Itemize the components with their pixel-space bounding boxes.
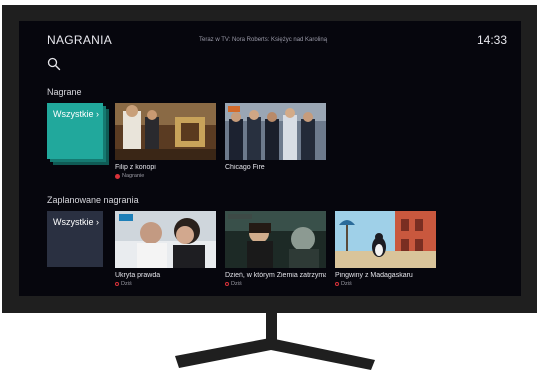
recording-card[interactable]: Chicago Fire — [225, 103, 326, 173]
now-playing-banner: Teraz w TV: Nora Roberts: Księżyc nad Ka… — [199, 37, 328, 43]
scheduled-title: Pingwiny z Madagaskaru — [335, 272, 413, 279]
all-recordings-label: Wszystkie › — [53, 109, 99, 119]
section-title-scheduled: Zaplanowane nagrania — [47, 195, 139, 205]
clock: 14:33 — [476, 33, 507, 47]
scheduled-card[interactable]: Dzień, w którym Ziemia zatrzymała się Dz… — [225, 211, 326, 287]
scheduled-status: Dziś — [121, 281, 132, 287]
scheduled-ring-icon — [115, 282, 119, 286]
thumbnail — [115, 103, 216, 160]
thumbnail — [225, 103, 326, 160]
section-title-recorded: Nagrane — [47, 87, 82, 97]
tv-frame: NAGRANIA Teraz w TV: Nora Roberts: Księż… — [2, 5, 537, 313]
recording-card[interactable]: Filip z konopi Nagranie — [115, 103, 216, 179]
thumbnail — [225, 211, 326, 268]
recording-dot-icon — [115, 173, 120, 179]
scheduled-card[interactable]: Pingwiny z Madagaskaru Dziś — [335, 211, 436, 287]
recording-status: Nagranie — [122, 173, 145, 179]
recording-title: Filip z konopi — [115, 164, 156, 171]
search-icon[interactable] — [47, 57, 61, 71]
thumbnail — [335, 211, 436, 268]
scheduled-card[interactable]: Ukryta prawda Dziś — [115, 211, 216, 287]
scheduled-title: Dzień, w którym Ziemia zatrzymała się — [225, 272, 326, 279]
tv-stand-base — [175, 338, 375, 370]
all-recordings-button[interactable]: Wszystkie › — [47, 103, 103, 159]
scheduled-status: Dziś — [341, 281, 352, 287]
all-scheduled-label: Wszystkie › — [53, 217, 99, 227]
scheduled-ring-icon — [335, 282, 339, 286]
all-scheduled-button[interactable]: Wszystkie › — [47, 211, 103, 267]
page-title: NAGRANIA — [47, 33, 113, 47]
scheduled-title: Ukryta prawda — [115, 272, 161, 279]
thumbnail — [115, 211, 216, 268]
scheduled-ring-icon — [225, 282, 229, 286]
recording-title: Chicago Fire — [225, 164, 265, 171]
scheduled-status: Dziś — [231, 281, 242, 287]
tv-screen: NAGRANIA Teraz w TV: Nora Roberts: Księż… — [19, 21, 521, 296]
